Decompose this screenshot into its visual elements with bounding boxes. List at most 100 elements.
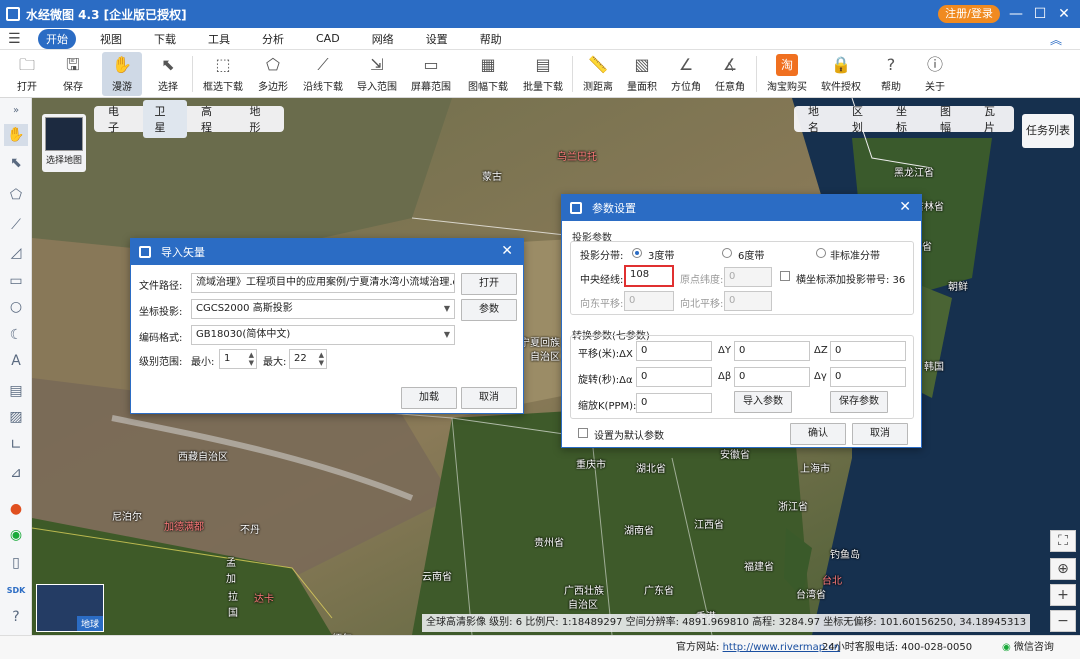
false-northing-input[interactable]: 0 — [724, 291, 772, 311]
import-close-icon[interactable]: ✕ — [501, 243, 513, 259]
wechat-icon[interactable]: ◉ — [4, 524, 28, 546]
save-param-button[interactable]: 保存参数 — [830, 391, 888, 413]
confirm-button[interactable]: 确认 — [790, 423, 846, 445]
sdk-icon[interactable]: SDK — [4, 580, 28, 602]
hand-tool-icon[interactable]: ✋ — [4, 124, 28, 146]
menu-cad[interactable]: CAD — [308, 30, 348, 47]
menu-help[interactable]: 帮助 — [472, 29, 510, 49]
band-nonstandard-radio[interactable] — [816, 248, 826, 258]
mobile-icon[interactable]: ▯ — [4, 552, 28, 574]
zoom-in-button[interactable]: + — [1050, 584, 1076, 606]
about-button[interactable]: ⓘ 关于 — [918, 52, 952, 96]
import-param-button[interactable]: 导入参数 — [734, 391, 792, 413]
license-button[interactable]: 🔒 软件授权 — [818, 52, 864, 96]
task-list-button[interactable]: 任务列表 — [1022, 114, 1074, 148]
min-level-spinner[interactable]: 1 ▲ ▼ — [219, 349, 257, 369]
import-cancel-button[interactable]: 取消 — [461, 387, 517, 409]
measure-area-button[interactable]: ▧ 量面积 — [624, 52, 660, 96]
band-6-radio[interactable] — [722, 248, 732, 258]
minimize-icon[interactable]: — — [1006, 4, 1026, 24]
circle-tool-icon[interactable]: ○ — [4, 296, 28, 318]
close-icon[interactable]: ✕ — [1054, 4, 1074, 24]
hamburger-icon[interactable]: ☰ — [8, 31, 26, 47]
dz-input[interactable]: 0 — [830, 341, 906, 361]
measure-tool-icon[interactable]: ⊿ — [4, 462, 28, 484]
scale-k-input[interactable]: 0 — [636, 393, 712, 413]
help-circle-icon[interactable]: ? — [4, 606, 28, 628]
pan-button[interactable]: ✋ 漫游 — [102, 52, 142, 96]
load-button[interactable]: 加载 — [401, 387, 457, 409]
open-file-button[interactable]: 打开 — [461, 273, 517, 295]
fullscreen-icon[interactable]: ⛶ — [1050, 530, 1076, 552]
menu-tools[interactable]: 工具 — [200, 29, 238, 49]
pointer-tool-icon[interactable]: ⬉ — [4, 152, 28, 174]
taobao-buy-button[interactable]: 淘淘宝购买 — [764, 52, 810, 96]
map-selector[interactable]: 选择地图 — [42, 114, 86, 172]
angle-tool-icon[interactable]: ∟ — [4, 434, 28, 456]
sheet-download-button[interactable]: ▦ 图幅下载 — [462, 52, 514, 96]
polygon-tool-icon[interactable]: ⬠ — [4, 184, 28, 206]
text-tool-icon[interactable]: A — [4, 350, 28, 372]
false-easting-input[interactable]: 0 — [624, 291, 674, 311]
overlay-sheet[interactable]: 图幅 — [926, 103, 970, 135]
menu-settings[interactable]: 设置 — [418, 29, 456, 49]
map-type-satellite[interactable]: 卫星 — [142, 100, 187, 138]
overlay-tile[interactable]: 瓦片 — [970, 103, 1014, 135]
menu-download[interactable]: 下载 — [146, 29, 184, 49]
select-button[interactable]: ⬉ 选择 — [150, 52, 186, 96]
open-button[interactable]: 🗀 打开 — [10, 52, 44, 96]
polygon-button[interactable]: ⬠ 多边形 — [254, 52, 292, 96]
param-cancel-button[interactable]: 取消 — [852, 423, 908, 445]
menu-network[interactable]: 网络 — [364, 29, 402, 49]
overlay-district[interactable]: 区划 — [838, 103, 882, 135]
file-path-input[interactable]: 流域治理》工程项目中的应用案例/宁夏清水湾小流域治理.dxf; — [191, 273, 455, 293]
dx-input[interactable]: 0 — [636, 341, 712, 361]
weibo-icon[interactable]: ● — [4, 498, 28, 520]
collapse-ribbon-icon[interactable]: ︽ — [1050, 31, 1062, 48]
origin-latitude-input[interactable]: 0 — [724, 267, 772, 287]
menu-view[interactable]: 视图 — [92, 29, 130, 49]
import-range-button[interactable]: ⇲ 导入范围 — [354, 52, 400, 96]
screen-range-button[interactable]: ▭ 屏幕范围 — [408, 52, 454, 96]
overlay-placename[interactable]: 地名 — [794, 103, 838, 135]
azimuth-button[interactable]: ∠ 方位角 — [668, 52, 704, 96]
register-login-button[interactable]: 注册/登录 — [938, 5, 1000, 23]
band-3-radio[interactable] — [632, 248, 642, 258]
rotation-gamma-input[interactable]: 0 — [830, 367, 906, 387]
box-download-button[interactable]: ⬚ 框选下载 — [200, 52, 246, 96]
rotation-beta-input[interactable]: 0 — [734, 367, 810, 387]
add-band-number-checkbox[interactable] — [780, 271, 790, 281]
chart-tool-icon[interactable]: ◿ — [4, 242, 28, 264]
menu-analysis[interactable]: 分析 — [254, 29, 292, 49]
map-type-elevation[interactable]: 高程 — [187, 103, 236, 135]
locate-icon[interactable]: ⊕ — [1050, 558, 1076, 580]
param-close-icon[interactable]: ✕ — [899, 199, 911, 215]
line-download-button[interactable]: ⟋ 沿线下载 — [300, 52, 346, 96]
help-button[interactable]: ? 帮助 — [874, 52, 908, 96]
max-level-spinner[interactable]: 22 ▲ ▼ — [289, 349, 327, 369]
zoom-out-button[interactable]: − — [1050, 610, 1076, 632]
overlay-coordinates[interactable]: 坐标 — [882, 103, 926, 135]
batch-download-button[interactable]: ▤ 批量下载 — [520, 52, 566, 96]
set-default-checkbox[interactable] — [578, 428, 588, 438]
rotation-alpha-input[interactable]: 0 — [636, 367, 712, 387]
map-type-electronic[interactable]: 电子 — [94, 103, 143, 135]
dy-input[interactable]: 0 — [734, 341, 810, 361]
rectangle-tool-icon[interactable]: ▭ — [4, 270, 28, 292]
wechat-consult-button[interactable]: ◉ 微信咨询 — [1002, 636, 1054, 659]
polyline-tool-icon[interactable]: ⟋ — [4, 214, 28, 236]
area-tool-icon[interactable]: ▨ — [4, 406, 28, 428]
globe-overview[interactable]: 地球 — [36, 584, 104, 632]
measure-distance-button[interactable]: 📏 测距离 — [580, 52, 616, 96]
save-button[interactable]: 🖫 保存 — [56, 52, 90, 96]
central-meridian-input[interactable]: 108 — [624, 265, 674, 287]
map-type-terrain[interactable]: 地形 — [236, 103, 285, 135]
arc-tool-icon[interactable]: ☾ — [4, 324, 28, 346]
expand-icon[interactable]: » — [4, 100, 28, 122]
projection-select[interactable]: CGCS2000 高斯投影 ▼ — [191, 299, 455, 319]
encoding-select[interactable]: GB18030(简体中文) ▼ — [191, 325, 455, 345]
menu-start[interactable]: 开始 — [38, 28, 76, 49]
ruler-tool-icon[interactable]: ▤ — [4, 380, 28, 402]
param-button[interactable]: 参数 — [461, 299, 517, 321]
any-angle-button[interactable]: ∡ 任意角 — [712, 52, 748, 96]
